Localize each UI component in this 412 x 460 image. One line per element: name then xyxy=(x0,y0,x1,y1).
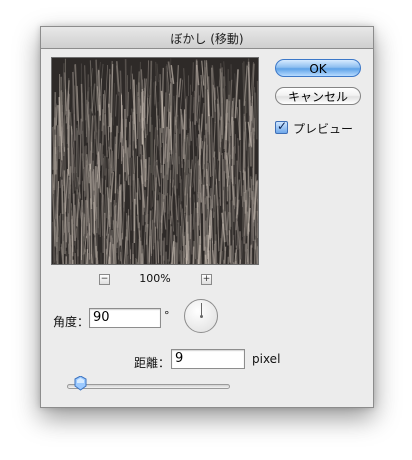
blur-streak xyxy=(229,136,231,200)
distance-unit-label: pixel xyxy=(252,352,281,366)
blur-streak xyxy=(178,156,181,183)
preview-checkbox[interactable]: ✓ xyxy=(275,119,288,134)
blur-streak xyxy=(87,252,90,264)
angle-label: 角度： xyxy=(53,315,90,329)
blur-streak xyxy=(159,192,161,223)
motion-blur-dialog: ぼかし (移動) − 100% + OK キャンセル ✓ プレビュー 角度： 9… xyxy=(40,26,374,408)
zoom-level-label: 100% xyxy=(139,272,171,285)
dialog-title: ぼかし (移動) xyxy=(170,32,244,46)
blur-streak xyxy=(250,96,254,148)
blur-streak xyxy=(165,161,169,196)
blur-streak xyxy=(130,157,132,186)
distance-slider-track[interactable] xyxy=(67,384,230,389)
distance-input[interactable]: 9 xyxy=(171,349,245,369)
blur-streak xyxy=(166,193,169,246)
blur-streak xyxy=(85,200,88,239)
checkmark-icon: ✓ xyxy=(277,119,288,133)
degree-symbol: ° xyxy=(164,309,170,322)
blur-streak xyxy=(115,189,119,254)
blur-streak xyxy=(101,109,104,132)
blur-streak xyxy=(231,98,235,159)
preview-checkbox-label: プレビュー xyxy=(293,122,354,136)
blur-streak xyxy=(238,99,241,141)
blur-preview-image xyxy=(52,58,258,264)
blur-streak xyxy=(76,189,79,257)
title-bar[interactable]: ぼかし (移動) xyxy=(41,27,373,49)
zoom-in-button[interactable]: + xyxy=(201,274,212,285)
blur-streak xyxy=(53,92,57,130)
blur-streak xyxy=(202,184,206,251)
blur-streak xyxy=(90,208,93,264)
blur-streak xyxy=(126,215,130,241)
blur-streak xyxy=(55,161,58,222)
angle-input[interactable]: 90 xyxy=(89,308,161,328)
blur-streak xyxy=(137,96,140,157)
cancel-button[interactable]: キャンセル xyxy=(275,87,361,105)
dial-center-dot xyxy=(200,315,203,318)
blur-streak xyxy=(256,179,258,238)
slider-thumb-icon[interactable] xyxy=(73,376,88,391)
zoom-out-button[interactable]: − xyxy=(99,274,110,285)
blur-streak xyxy=(64,216,67,255)
blur-streak xyxy=(103,212,106,264)
preview-panel[interactable] xyxy=(51,57,259,265)
blur-streak xyxy=(223,152,226,187)
distance-label: 距離： xyxy=(134,356,171,370)
blur-streak xyxy=(247,166,249,223)
blur-streak xyxy=(213,211,216,245)
blur-streak xyxy=(227,256,229,264)
ok-button[interactable]: OK xyxy=(275,59,361,77)
blur-streak xyxy=(124,59,128,128)
angle-dial-icon[interactable] xyxy=(184,299,218,333)
blur-streak xyxy=(183,109,186,160)
blur-streak xyxy=(228,230,231,263)
